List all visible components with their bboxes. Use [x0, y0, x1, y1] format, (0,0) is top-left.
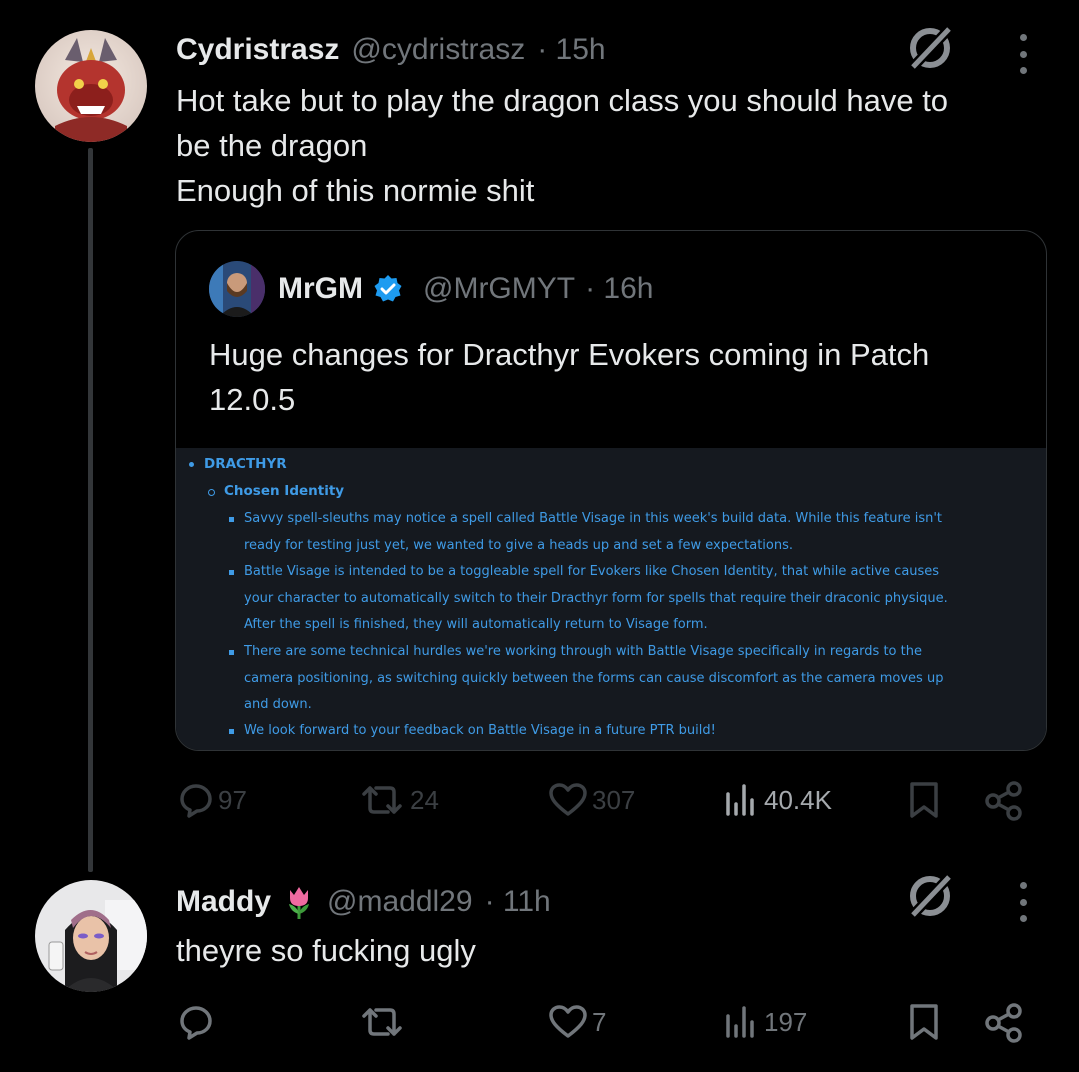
thread-connector-line — [88, 148, 93, 872]
repost-count: 24 — [410, 784, 439, 815]
repost-icon — [362, 786, 402, 814]
post-text-line: Enough of this normie shit — [176, 173, 535, 208]
like-button[interactable]: 307 — [546, 780, 635, 820]
notes-line: After the spell is finished, they will a… — [244, 617, 708, 632]
quote-author-name[interactable]: MrGM — [278, 272, 363, 306]
quote-text-line: 12.0.5 — [209, 382, 296, 417]
share-icon — [985, 781, 1022, 821]
repost-button[interactable]: 24 — [356, 780, 439, 820]
post-text-line: be the dragon — [176, 128, 368, 163]
post1-text: Hot take but to play the dragon class yo… — [176, 78, 1036, 213]
quoted-post-card[interactable]: MrGM @MrGMYT · 16h Huge changes for Drac… — [175, 230, 1047, 751]
views-icon — [726, 784, 754, 816]
author-handle[interactable]: @cydristrasz — [351, 33, 525, 67]
views-count: 40.4K — [764, 784, 832, 815]
views-button[interactable]: 40.4K — [722, 780, 832, 820]
bullet-circle — [208, 489, 215, 496]
like-icon — [549, 783, 587, 816]
grok-icon[interactable] — [902, 20, 958, 76]
notes-subheading: Chosen Identity — [224, 483, 345, 499]
reply-button[interactable]: 97 — [176, 780, 247, 820]
author-name[interactable]: Maddy — [176, 885, 271, 919]
avatar-cydristrasz[interactable] — [35, 30, 147, 142]
avatar-mrgm[interactable] — [209, 261, 265, 317]
share-icon — [985, 1003, 1022, 1043]
reply-icon — [180, 1006, 212, 1040]
reply-icon — [180, 784, 212, 818]
post-text-line: Hot take but to play the dragon class yo… — [176, 83, 949, 118]
notes-line: your character to automatically switch t… — [244, 590, 948, 606]
post1-header: Cydristrasz @cydristrasz · 15h — [176, 30, 606, 70]
quote-text: Huge changes for Dracthyr Evokers coming… — [209, 332, 1029, 422]
bullet-dot — [189, 462, 194, 467]
like-count: 307 — [592, 784, 636, 815]
bookmark-icon — [910, 782, 938, 818]
post-time[interactable]: · 15h — [537, 33, 605, 67]
notes-line: Battle Visage is intended to be a toggle… — [244, 564, 940, 579]
post2-header: Maddy @maddl29 · 11h — [176, 880, 551, 924]
notes-bullet: Battle Visage is intended to be a toggle… — [229, 559, 1034, 639]
quote-author-handle[interactable]: @MrGMYT — [423, 272, 575, 306]
share-button[interactable] — [983, 1002, 1025, 1044]
reply-count: 97 — [218, 784, 247, 815]
quote-time[interactable]: · 16h — [585, 272, 653, 306]
notes-line: ready for testing just yet, we wanted to… — [244, 537, 794, 553]
quote-header: MrGM @MrGMYT · 16h — [278, 269, 654, 309]
repost-button[interactable] — [356, 1002, 410, 1042]
more-icon[interactable] — [1013, 34, 1033, 74]
repost-icon — [362, 1008, 402, 1036]
avatar-maddy[interactable] — [35, 880, 147, 992]
views-count: 197 — [764, 1006, 808, 1037]
like-button[interactable]: 7 — [546, 1002, 606, 1042]
like-count: 7 — [592, 1006, 607, 1037]
reply-button[interactable] — [176, 1002, 218, 1042]
patch-notes-image[interactable]: DRACTHYR Chosen Identity Savvy spell-sle… — [176, 448, 1046, 750]
notes-bullet: Savvy spell-sleuths may notice a spell c… — [229, 506, 1034, 559]
notes-line: We look forward to your feedback on Batt… — [244, 723, 716, 738]
views-icon — [726, 1006, 754, 1038]
bookmark-button[interactable] — [906, 780, 942, 820]
notes-line: camera positioning, as switching quickly… — [244, 670, 944, 686]
bookmark-icon — [910, 1004, 938, 1040]
more-icon[interactable] — [1013, 882, 1033, 922]
verified-badge-icon — [373, 274, 403, 304]
notes-line: Savvy spell-sleuths may notice a spell c… — [244, 511, 943, 526]
notes-line: There are some technical hurdles we're w… — [244, 644, 922, 659]
grok-icon[interactable] — [902, 868, 958, 924]
notes-bullet: There are some technical hurdles we're w… — [229, 639, 1034, 719]
post-time[interactable]: · 11h — [485, 885, 551, 919]
post2-text: theyre so fucking ugly — [176, 933, 476, 968]
share-button[interactable] — [983, 780, 1025, 822]
notes-line: and down. — [244, 697, 312, 712]
like-icon — [549, 1005, 587, 1038]
bookmark-button[interactable] — [906, 1002, 942, 1042]
author-name[interactable]: Cydristrasz — [176, 33, 339, 67]
tulip-emoji — [283, 884, 315, 920]
author-handle[interactable]: @maddl29 — [327, 885, 473, 919]
notes-bullet: We look forward to your feedback on Batt… — [229, 718, 1034, 745]
quote-text-line: Huge changes for Dracthyr Evokers coming… — [209, 337, 930, 372]
views-button[interactable]: 197 — [722, 1002, 807, 1042]
notes-heading: DRACTHYR — [204, 456, 287, 472]
